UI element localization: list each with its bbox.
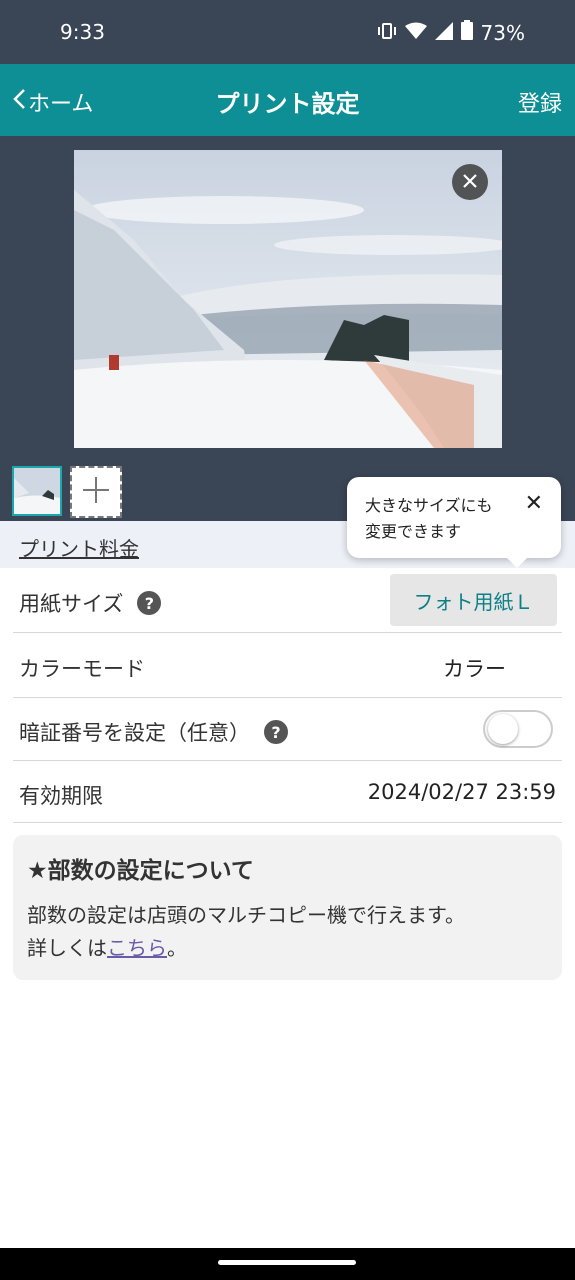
photo-thumbnail[interactable] bbox=[12, 466, 62, 516]
tooltip-line-2: 変更できます bbox=[365, 522, 462, 541]
paper-size-button[interactable]: フォト用紙Ｌ bbox=[390, 574, 557, 626]
pin-row: 暗証番号を設定（任意） ? bbox=[13, 698, 562, 761]
page-title: プリント設定 bbox=[215, 90, 360, 118]
paper-size-row: 用紙サイズ ? フォト用紙Ｌ bbox=[13, 568, 562, 633]
system-nav-bar bbox=[0, 1248, 575, 1280]
pin-toggle[interactable] bbox=[483, 710, 553, 748]
app-header: ホーム プリント設定 登録 bbox=[0, 64, 575, 136]
color-mode-row[interactable]: カラーモード カラー bbox=[13, 633, 562, 698]
color-mode-value[interactable]: カラー bbox=[443, 653, 506, 683]
size-change-tooltip: 大きなサイズにも 変更できます ✕ bbox=[347, 477, 561, 568]
tooltip-arrow bbox=[507, 558, 527, 568]
paper-size-label: 用紙サイズ bbox=[19, 592, 124, 616]
color-mode-label: カラーモード bbox=[19, 657, 145, 681]
add-photo-button[interactable] bbox=[70, 466, 122, 518]
remove-photo-button[interactable] bbox=[452, 164, 488, 200]
paper-size-label-wrap: 用紙サイズ ? bbox=[19, 588, 162, 618]
battery-icon bbox=[460, 20, 473, 45]
help-icon[interactable]: ? bbox=[264, 720, 288, 744]
notice-line-1: 部数の設定は店頭のマルチコピー機で行えます。 bbox=[27, 903, 465, 927]
notice-line-2-suffix: 。 bbox=[167, 936, 187, 960]
notice-title: ★部数の設定について bbox=[27, 858, 254, 884]
notice-line-2: 詳しくはこちら。 bbox=[27, 932, 548, 965]
notice-line-2-prefix: 詳しくは bbox=[27, 936, 107, 960]
tooltip-close-button[interactable]: ✕ bbox=[525, 491, 543, 517]
expiry-value: 2024/02/27 23:59 bbox=[367, 780, 556, 804]
print-price-link[interactable]: プリント料金 bbox=[19, 533, 139, 562]
pin-label: 暗証番号を設定（任意） bbox=[19, 721, 250, 745]
notice-body: 部数の設定は店頭のマルチコピー機で行えます。 詳しくはこちら。 bbox=[27, 899, 548, 965]
details-link[interactable]: こちら bbox=[107, 936, 167, 960]
status-bar: 9:33 73% bbox=[0, 0, 575, 64]
register-button[interactable]: 登録 bbox=[518, 86, 562, 118]
copies-notice-card: ★部数の設定について 部数の設定は店頭のマルチコピー機で行えます。 詳しくはこち… bbox=[13, 835, 562, 980]
expiry-row: 有効期限 2024/02/27 23:59 bbox=[13, 761, 562, 823]
pin-label-wrap: 暗証番号を設定（任意） ? bbox=[19, 717, 288, 747]
status-time: 9:33 bbox=[60, 20, 105, 44]
help-icon[interactable]: ? bbox=[137, 591, 162, 615]
tooltip-line-1: 大きなサイズにも bbox=[365, 496, 493, 515]
photo-preview-area bbox=[0, 136, 575, 521]
battery-percent: 73% bbox=[480, 20, 525, 45]
selected-photo bbox=[74, 150, 502, 448]
wifi-icon bbox=[404, 21, 427, 45]
close-icon bbox=[462, 170, 478, 195]
signal-icon bbox=[434, 21, 453, 45]
status-icons: 73% bbox=[377, 20, 525, 45]
expiry-label: 有効期限 bbox=[19, 784, 103, 808]
plus-icon bbox=[81, 475, 111, 509]
toggle-knob bbox=[488, 714, 518, 744]
vibrate-icon bbox=[377, 21, 397, 45]
home-gesture-bar[interactable] bbox=[218, 1260, 356, 1265]
